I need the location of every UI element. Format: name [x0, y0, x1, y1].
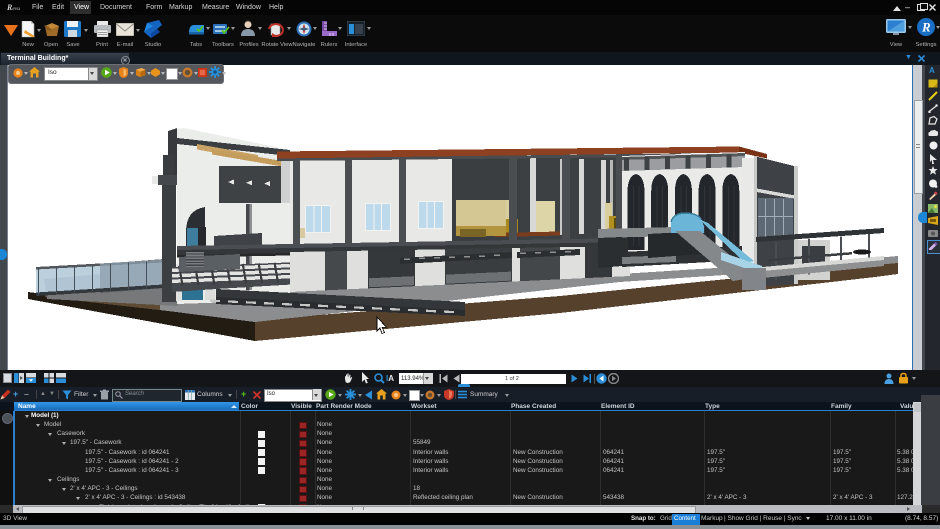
svg-text:R: R	[921, 20, 931, 35]
